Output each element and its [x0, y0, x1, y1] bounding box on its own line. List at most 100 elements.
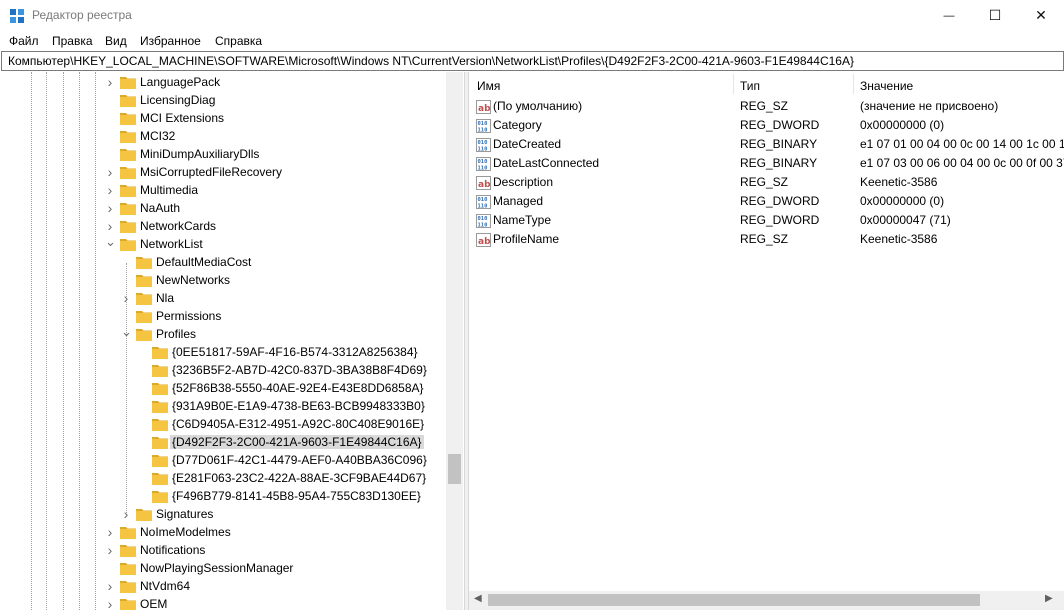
- menu-view[interactable]: Вид: [105, 34, 127, 48]
- tree-node[interactable]: {D77D061F-42C1-4479-AEF0-A40BBA36C096}: [0, 452, 446, 470]
- folder-icon: [120, 130, 136, 143]
- svg-text:110: 110: [478, 147, 488, 153]
- tree-node[interactable]: {D492F2F3-2C00-421A-9603-F1E49844C16A}: [0, 434, 446, 452]
- tree-node[interactable]: ⌄ NetworkList: [0, 235, 446, 254]
- folder-icon: [120, 580, 136, 593]
- tree-node[interactable]: {3236B5F2-AB7D-42C0-837D-3BA38B8F4D69}: [0, 362, 446, 380]
- value-row[interactable]: ab Description REG_SZ Keenetic-3586: [469, 174, 1064, 193]
- folder-icon: [136, 328, 152, 341]
- chevron-down-icon[interactable]: ⌄: [105, 235, 116, 248]
- tree-node-label: {52F86B38-5550-40AE-92E4-E43E8DD6858A}: [172, 381, 424, 395]
- tree-node[interactable]: › Multimedia: [0, 182, 446, 200]
- close-button[interactable]: ✕: [1018, 0, 1064, 31]
- tree-node-label: Profiles: [156, 327, 197, 341]
- binary-value-icon: 010 110: [476, 157, 491, 172]
- chevron-down-icon[interactable]: ⌄: [121, 325, 132, 338]
- chevron-right-icon[interactable]: ›: [121, 291, 131, 305]
- folder-icon: [120, 94, 136, 107]
- menu-favorites[interactable]: Избранное: [140, 34, 201, 48]
- chevron-right-icon[interactable]: ›: [105, 597, 115, 610]
- value-row[interactable]: ab ProfileName REG_SZ Keenetic-3586: [469, 231, 1064, 250]
- value-row[interactable]: ab (По умолчанию) REG_SZ (значение не присв…: [469, 98, 1064, 117]
- values-scroll-thumb[interactable]: [488, 594, 980, 606]
- chevron-right-icon[interactable]: ›: [105, 579, 115, 593]
- svg-text:110: 110: [478, 223, 488, 229]
- tree-node[interactable]: › Signatures: [0, 506, 446, 524]
- tree-node[interactable]: › NaAuth: [0, 200, 446, 218]
- tree-node-label: {D492F2F3-2C00-421A-9603-F1E49844C16A}: [170, 435, 424, 449]
- tree-node[interactable]: LicensingDiag: [0, 92, 446, 110]
- value-data: 0x00000000 (0): [860, 194, 945, 208]
- value-type: REG_SZ: [740, 232, 789, 246]
- tree-node[interactable]: › MsiCorruptedFileRecovery: [0, 164, 446, 182]
- tree-node[interactable]: {C6D9405A-E312-4951-A92C-80C408E9016E}: [0, 416, 446, 434]
- tree-node[interactable]: › Nla: [0, 290, 446, 308]
- menu-help[interactable]: Справка: [215, 34, 262, 48]
- value-type: REG_DWORD: [740, 194, 820, 208]
- tree-node[interactable]: › NtVdm64: [0, 578, 446, 596]
- svg-text:010: 010: [478, 140, 488, 146]
- title-bar[interactable]: Редактор реестра — ☐ ✕: [0, 0, 1064, 31]
- folder-icon: [120, 238, 136, 251]
- svg-text:110: 110: [478, 166, 488, 172]
- tree-node[interactable]: MCI32: [0, 128, 446, 146]
- column-divider[interactable]: [853, 74, 854, 94]
- chevron-right-icon[interactable]: ›: [121, 507, 131, 521]
- binary-value-icon: 010 110: [476, 119, 491, 134]
- tree-node[interactable]: {E281F063-23C2-422A-88AE-3CF9BAE44D67}: [0, 470, 446, 488]
- tree-node[interactable]: NewNetworks: [0, 272, 446, 290]
- chevron-right-icon[interactable]: ›: [105, 525, 115, 539]
- tree-scroll-thumb[interactable]: [448, 454, 461, 484]
- tree-node[interactable]: {52F86B38-5550-40AE-92E4-E43E8DD6858A}: [0, 380, 446, 398]
- tree-node[interactable]: › LanguagePack: [0, 74, 446, 92]
- chevron-right-icon[interactable]: ›: [105, 183, 115, 197]
- registry-tree[interactable]: › LanguagePack LicensingDiag MCI Extensions…: [0, 72, 464, 610]
- column-header-name[interactable]: Имя: [477, 79, 500, 93]
- value-row[interactable]: 010 110 Managed REG_DWORD 0x00000000 (0): [469, 193, 1064, 212]
- chevron-right-icon[interactable]: ›: [105, 165, 115, 179]
- tree-node-label: NetworkCards: [140, 219, 217, 233]
- menu-file[interactable]: Файл: [9, 34, 39, 48]
- column-header-value[interactable]: Значение: [860, 79, 913, 93]
- tree-node-label: {C6D9405A-E312-4951-A92C-80C408E9016E}: [172, 417, 425, 431]
- tree-node[interactable]: MCI Extensions: [0, 110, 446, 128]
- column-header-type[interactable]: Тип: [740, 79, 760, 93]
- chevron-right-icon[interactable]: ›: [105, 75, 115, 89]
- tree-node[interactable]: › NetworkCards: [0, 218, 446, 236]
- tree-vertical-scrollbar[interactable]: [446, 72, 463, 610]
- tree-node[interactable]: Permissions: [0, 308, 446, 326]
- value-row[interactable]: 010 110 DateLastConnected REG_BINARY e1 07 0…: [469, 155, 1064, 174]
- folder-icon: [120, 202, 136, 215]
- value-row[interactable]: 010 110 NameType REG_DWORD 0x00000047 (71): [469, 212, 1064, 231]
- tree-node[interactable]: {F496B779-8141-45B8-95A4-755C83D130EE}: [0, 488, 446, 506]
- tree-node[interactable]: DefaultMediaCost: [0, 254, 446, 272]
- minimize-button[interactable]: —: [926, 0, 972, 31]
- tree-node[interactable]: › Notifications: [0, 542, 446, 560]
- maximize-button[interactable]: ☐: [972, 0, 1018, 31]
- tree-node[interactable]: ⌄ Profiles: [0, 325, 446, 344]
- menu-edit[interactable]: Правка: [52, 34, 93, 48]
- tree-node[interactable]: › OEM: [0, 596, 446, 610]
- value-type: REG_SZ: [740, 175, 789, 189]
- tree-node[interactable]: {0EE51817-59AF-4F16-B574-3312A8256384}: [0, 344, 446, 362]
- value-row[interactable]: 010 110 DateCreated REG_BINARY e1 07 01 00 0…: [469, 136, 1064, 155]
- value-name: NameType: [493, 213, 552, 227]
- chevron-right-icon[interactable]: ›: [105, 201, 115, 215]
- chevron-right-icon[interactable]: ›: [105, 219, 115, 233]
- tree-node[interactable]: NowPlayingSessionManager: [0, 560, 446, 578]
- tree-node-label: Notifications: [140, 543, 206, 557]
- column-divider[interactable]: [733, 74, 734, 94]
- tree-node[interactable]: MiniDumpAuxiliaryDlls: [0, 146, 446, 164]
- folder-icon: [120, 166, 136, 179]
- value-row[interactable]: 010 110 Category REG_DWORD 0x00000000 (0): [469, 117, 1064, 136]
- window-title: Редактор реестра: [32, 8, 132, 22]
- scroll-left-arrow-icon[interactable]: ◀: [474, 593, 482, 604]
- regedit-app-icon: [9, 8, 25, 24]
- scroll-right-arrow-icon[interactable]: ▶: [1045, 593, 1053, 604]
- svg-text:110: 110: [478, 128, 488, 134]
- tree-node[interactable]: › NoImeModelmes: [0, 524, 446, 542]
- address-bar[interactable]: Компьютер\HKEY_LOCAL_MACHINE\SOFTWARE\Mi…: [1, 51, 1064, 71]
- chevron-right-icon[interactable]: ›: [105, 543, 115, 557]
- values-list[interactable]: Имя Тип Значение ab (По умолчанию) REG_SZ(…: [469, 72, 1064, 610]
- tree-node[interactable]: {931A9B0E-E1A9-4738-BE63-BCB9948333B0}: [0, 398, 446, 416]
